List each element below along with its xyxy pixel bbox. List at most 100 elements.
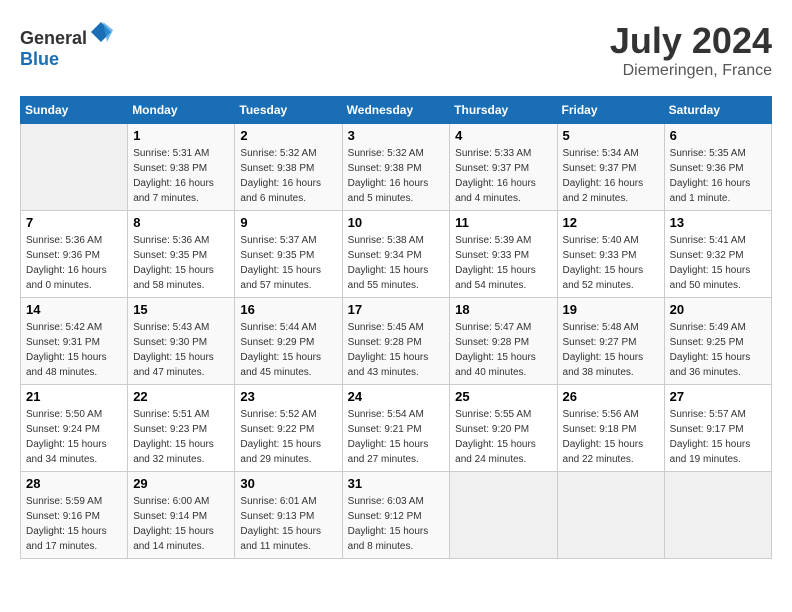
day-number: 28	[26, 476, 122, 491]
day-of-week-header: Friday	[557, 97, 664, 124]
logo-icon	[89, 20, 113, 44]
calendar-day-cell: 31 Sunrise: 6:03 AMSunset: 9:12 PMDayligh…	[342, 472, 450, 559]
day-number: 1	[133, 128, 229, 143]
calendar-day-cell: 17Sunrise: 5:45 AMSunset: 9:28 PMDayligh…	[342, 298, 450, 385]
day-info: Sunrise: 5:45 AMSunset: 9:28 PMDaylight:…	[348, 320, 445, 380]
day-number: 21	[26, 389, 122, 404]
day-number: 2	[240, 128, 336, 143]
day-info: Sunrise: 5:32 AMSunset: 9:38 PMDaylight:…	[240, 146, 336, 206]
calendar-week-row: 7 Sunrise: 5:36 AMSunset: 9:36 PMDaylight…	[21, 211, 772, 298]
day-number: 23	[240, 389, 336, 404]
calendar-day-cell: 5 Sunrise: 5:34 AMSunset: 9:37 PMDaylight…	[557, 124, 664, 211]
calendar-day-cell	[21, 124, 128, 211]
day-info: Sunrise: 5:41 AMSunset: 9:32 PMDaylight:…	[670, 233, 766, 293]
day-info: Sunrise: 5:39 AMSunset: 9:33 PMDaylight:…	[455, 233, 551, 293]
calendar-day-cell: 11 Sunrise: 5:39 AMSunset: 9:33 PMDayligh…	[450, 211, 557, 298]
day-number: 14	[26, 302, 122, 317]
title-block: July 2024 Diemeringen, France	[610, 20, 772, 80]
day-number: 19	[563, 302, 659, 317]
day-number: 13	[670, 215, 766, 230]
day-info: Sunrise: 5:34 AMSunset: 9:37 PMDaylight:…	[563, 146, 659, 206]
logo-general-text: General	[20, 28, 87, 48]
day-number: 6	[670, 128, 766, 143]
logo: General Blue	[20, 20, 113, 70]
month-year-title: July 2024	[610, 20, 772, 62]
calendar-day-cell: 25Sunrise: 5:55 AMSunset: 9:20 PMDayligh…	[450, 385, 557, 472]
day-number: 7	[26, 215, 122, 230]
day-info: Sunrise: 5:52 AMSunset: 9:22 PMDaylight:…	[240, 407, 336, 467]
calendar-day-cell: 15 Sunrise: 5:43 AMSunset: 9:30 PMDayligh…	[128, 298, 235, 385]
calendar-day-cell: 13 Sunrise: 5:41 AMSunset: 9:32 PMDayligh…	[664, 211, 771, 298]
day-number: 15	[133, 302, 229, 317]
day-number: 31	[348, 476, 445, 491]
calendar-day-cell: 27Sunrise: 5:57 AMSunset: 9:17 PMDayligh…	[664, 385, 771, 472]
calendar-day-cell: 3 Sunrise: 5:32 AMSunset: 9:38 PMDaylight…	[342, 124, 450, 211]
day-info: Sunrise: 5:42 AMSunset: 9:31 PMDaylight:…	[26, 320, 122, 380]
calendar-table: SundayMondayTuesdayWednesdayThursdayFrid…	[20, 96, 772, 559]
day-number: 20	[670, 302, 766, 317]
calendar-day-cell: 24 Sunrise: 5:54 AMSunset: 9:21 PMDayligh…	[342, 385, 450, 472]
page-header: General Blue July 2024 Diemeringen, Fran…	[20, 20, 772, 80]
calendar-day-cell: 6Sunrise: 5:35 AMSunset: 9:36 PMDaylight…	[664, 124, 771, 211]
calendar-day-cell	[664, 472, 771, 559]
day-of-week-header: Saturday	[664, 97, 771, 124]
day-of-week-header: Sunday	[21, 97, 128, 124]
calendar-week-row: 21Sunrise: 5:50 AMSunset: 9:24 PMDayligh…	[21, 385, 772, 472]
calendar-day-cell: 21Sunrise: 5:50 AMSunset: 9:24 PMDayligh…	[21, 385, 128, 472]
day-info: Sunrise: 5:59 AMSunset: 9:16 PMDaylight:…	[26, 494, 122, 554]
day-of-week-header: Thursday	[450, 97, 557, 124]
calendar-week-row: 14 Sunrise: 5:42 AMSunset: 9:31 PMDayligh…	[21, 298, 772, 385]
day-number: 11	[455, 215, 551, 230]
day-number: 5	[563, 128, 659, 143]
day-number: 3	[348, 128, 445, 143]
day-info: Sunrise: 5:36 AMSunset: 9:35 PMDaylight:…	[133, 233, 229, 293]
day-info: Sunrise: 5:32 AMSunset: 9:38 PMDaylight:…	[348, 146, 445, 206]
day-info: Sunrise: 5:54 AMSunset: 9:21 PMDaylight:…	[348, 407, 445, 467]
day-number: 29	[133, 476, 229, 491]
calendar-day-cell: 29 Sunrise: 6:00 AMSunset: 9:14 PMDayligh…	[128, 472, 235, 559]
day-info: Sunrise: 5:43 AMSunset: 9:30 PMDaylight:…	[133, 320, 229, 380]
calendar-day-cell	[557, 472, 664, 559]
day-info: Sunrise: 5:55 AMSunset: 9:20 PMDaylight:…	[455, 407, 551, 467]
day-info: Sunrise: 5:40 AMSunset: 9:33 PMDaylight:…	[563, 233, 659, 293]
day-info: Sunrise: 5:38 AMSunset: 9:34 PMDaylight:…	[348, 233, 445, 293]
calendar-day-cell: 19 Sunrise: 5:48 AMSunset: 9:27 PMDayligh…	[557, 298, 664, 385]
calendar-day-cell: 23 Sunrise: 5:52 AMSunset: 9:22 PMDayligh…	[235, 385, 342, 472]
calendar-day-cell: 22Sunrise: 5:51 AMSunset: 9:23 PMDayligh…	[128, 385, 235, 472]
day-number: 10	[348, 215, 445, 230]
day-of-week-header: Wednesday	[342, 97, 450, 124]
day-info: Sunrise: 5:44 AMSunset: 9:29 PMDaylight:…	[240, 320, 336, 380]
day-info: Sunrise: 6:03 AMSunset: 9:12 PMDaylight:…	[348, 494, 445, 554]
day-info: Sunrise: 5:31 AMSunset: 9:38 PMDaylight:…	[133, 146, 229, 206]
day-of-week-header: Monday	[128, 97, 235, 124]
day-info: Sunrise: 5:36 AMSunset: 9:36 PMDaylight:…	[26, 233, 122, 293]
day-number: 4	[455, 128, 551, 143]
day-info: Sunrise: 5:51 AMSunset: 9:23 PMDaylight:…	[133, 407, 229, 467]
day-info: Sunrise: 6:01 AMSunset: 9:13 PMDaylight:…	[240, 494, 336, 554]
calendar-day-cell: 2 Sunrise: 5:32 AMSunset: 9:38 PMDaylight…	[235, 124, 342, 211]
day-info: Sunrise: 5:56 AMSunset: 9:18 PMDaylight:…	[563, 407, 659, 467]
location-subtitle: Diemeringen, France	[610, 62, 772, 80]
calendar-day-cell: 26Sunrise: 5:56 AMSunset: 9:18 PMDayligh…	[557, 385, 664, 472]
day-number: 27	[670, 389, 766, 404]
calendar-day-cell: 16Sunrise: 5:44 AMSunset: 9:29 PMDayligh…	[235, 298, 342, 385]
day-number: 9	[240, 215, 336, 230]
calendar-day-cell: 10 Sunrise: 5:38 AMSunset: 9:34 PMDayligh…	[342, 211, 450, 298]
day-number: 18	[455, 302, 551, 317]
calendar-day-cell: 12Sunrise: 5:40 AMSunset: 9:33 PMDayligh…	[557, 211, 664, 298]
day-info: Sunrise: 5:48 AMSunset: 9:27 PMDaylight:…	[563, 320, 659, 380]
calendar-day-cell: 30Sunrise: 6:01 AMSunset: 9:13 PMDayligh…	[235, 472, 342, 559]
day-of-week-header: Tuesday	[235, 97, 342, 124]
day-info: Sunrise: 6:00 AMSunset: 9:14 PMDaylight:…	[133, 494, 229, 554]
calendar-day-cell	[450, 472, 557, 559]
calendar-day-cell: 20Sunrise: 5:49 AMSunset: 9:25 PMDayligh…	[664, 298, 771, 385]
day-info: Sunrise: 5:33 AMSunset: 9:37 PMDaylight:…	[455, 146, 551, 206]
calendar-week-row: 28 Sunrise: 5:59 AMSunset: 9:16 PMDayligh…	[21, 472, 772, 559]
day-number: 8	[133, 215, 229, 230]
day-header-row: SundayMondayTuesdayWednesdayThursdayFrid…	[21, 97, 772, 124]
day-info: Sunrise: 5:47 AMSunset: 9:28 PMDaylight:…	[455, 320, 551, 380]
day-number: 24	[348, 389, 445, 404]
calendar-day-cell: 7 Sunrise: 5:36 AMSunset: 9:36 PMDaylight…	[21, 211, 128, 298]
calendar-day-cell: 8 Sunrise: 5:36 AMSunset: 9:35 PMDaylight…	[128, 211, 235, 298]
calendar-day-cell: 4 Sunrise: 5:33 AMSunset: 9:37 PMDaylight…	[450, 124, 557, 211]
